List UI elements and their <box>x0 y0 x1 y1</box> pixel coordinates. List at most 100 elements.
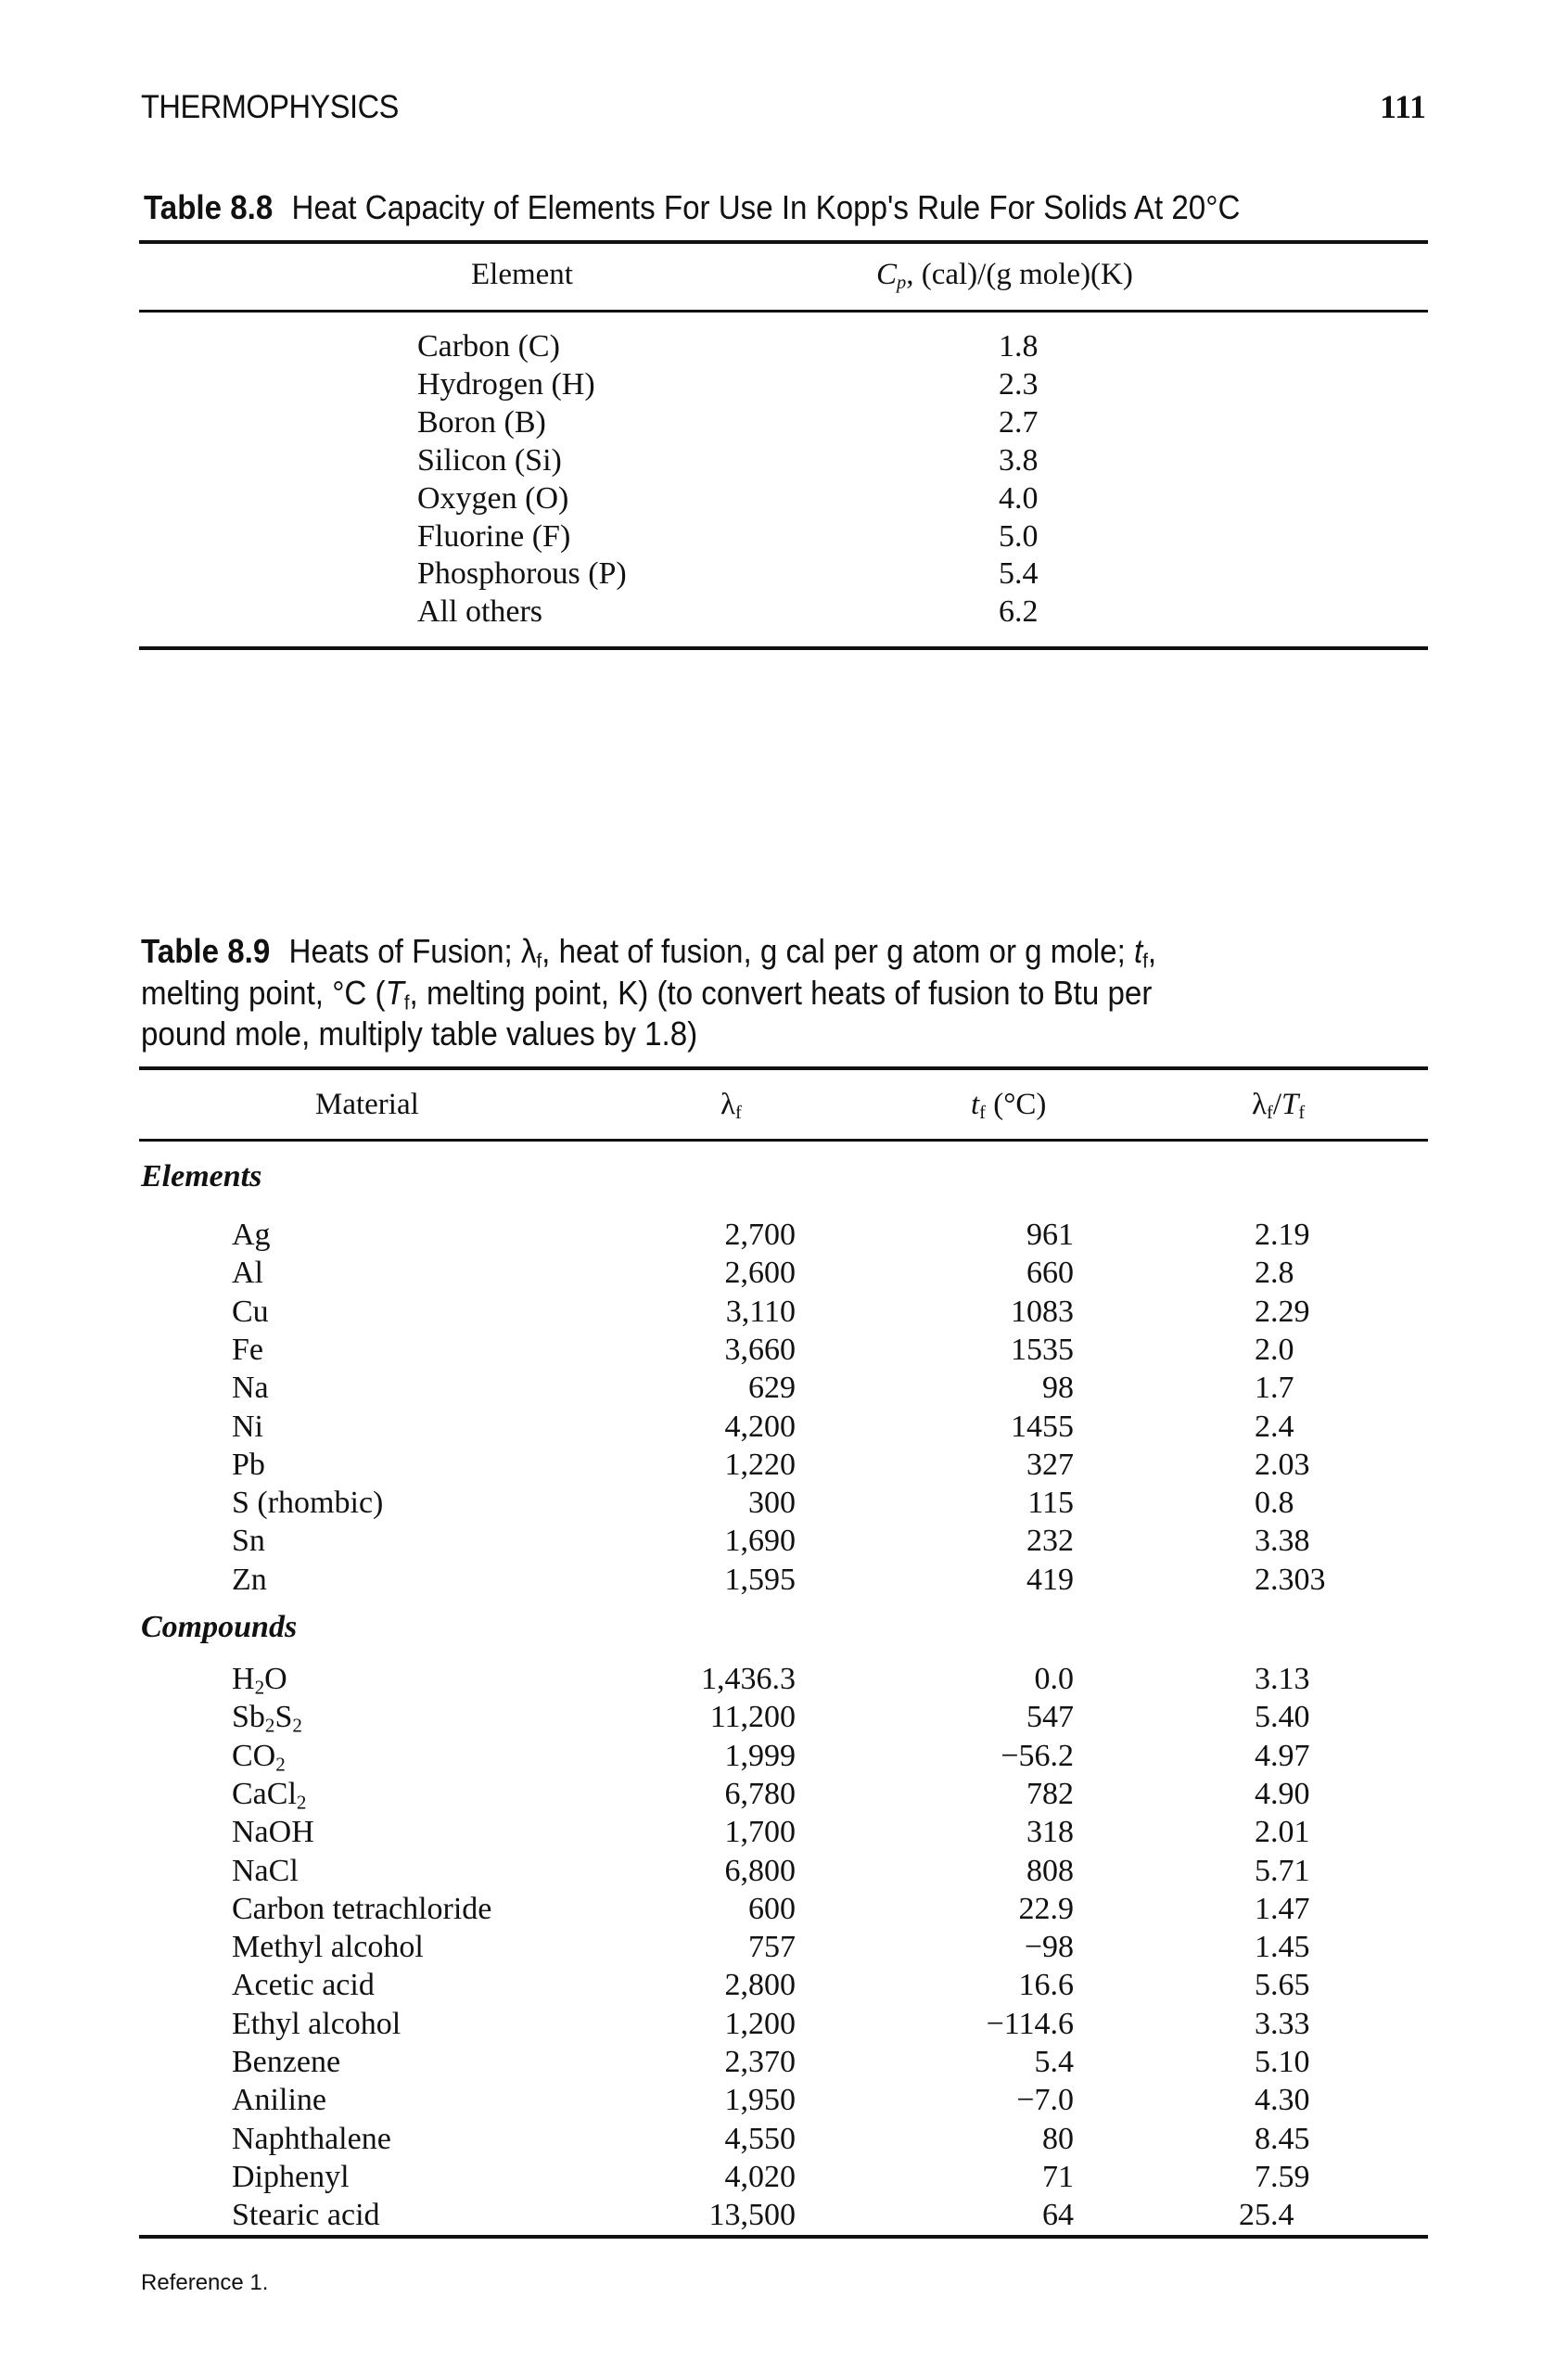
heat-of-fusion-value: 1,690 <box>724 1524 797 1558</box>
heat-of-fusion-value: 757 <box>748 1930 796 1964</box>
subscript: 2 <box>296 1791 307 1814</box>
text-segment: T <box>385 974 404 1012</box>
ratio-value: 2.0 <box>1255 1333 1294 1367</box>
element-name: Phosphorous (P) <box>417 556 627 591</box>
heat-of-fusion-value: 1,436.3 <box>701 1662 796 1696</box>
text-segment: Cu <box>232 1295 269 1329</box>
melting-point-value: 16.6 <box>1018 1968 1075 2002</box>
text-segment: , heat of fusion, g cal per g atom or g … <box>542 932 1134 970</box>
subscript: 2 <box>264 1714 275 1737</box>
material-name: CO2 <box>232 1738 286 1775</box>
group-label: Compounds <box>141 1610 298 1644</box>
cp-symbol: C <box>876 258 898 291</box>
heat-capacity-value: 4.0 <box>999 481 1039 516</box>
heat-capacity-value: 3.8 <box>999 443 1039 478</box>
material-name: NaCl <box>232 1853 299 1890</box>
melting-point-value: 547 <box>1026 1700 1074 1734</box>
material-name: Pb <box>232 1447 265 1484</box>
heat-capacity-value: 5.0 <box>999 519 1039 554</box>
text-segment: t <box>1133 932 1143 970</box>
text-segment: λ <box>720 1088 736 1121</box>
text-segment: NaCl <box>232 1854 299 1888</box>
table-8-8-caption: Table 8.8 Heat Capacity of Elements For U… <box>144 187 1240 228</box>
subscript: f <box>979 1103 986 1124</box>
ratio-value: 2.4 <box>1255 1410 1294 1444</box>
text-segment: melting point, °C ( <box>141 974 386 1012</box>
heat-of-fusion-value: 1,595 <box>724 1563 797 1597</box>
melting-point-value: 1083 <box>1011 1295 1074 1329</box>
ratio-value: 7.59 <box>1255 2160 1310 2194</box>
element-name: Fluorine (F) <box>417 519 571 554</box>
subscript: f <box>1267 1103 1273 1124</box>
heat-of-fusion-value: 1,999 <box>724 1739 797 1773</box>
page-number: 111 <box>1379 88 1426 125</box>
table-8-8-caption-text: Heat Capacity of Elements For Use In Kop… <box>291 188 1241 226</box>
ratio-value: 2.303 <box>1255 1563 1326 1597</box>
text-segment: Al <box>232 1256 263 1290</box>
heat-of-fusion-value: 1,700 <box>724 1815 797 1849</box>
heat-of-fusion-value: 2,700 <box>724 1218 797 1252</box>
heat-of-fusion-value: 1,950 <box>724 2083 797 2117</box>
heat-capacity-value: 6.2 <box>999 594 1039 629</box>
melting-point-value: 64 <box>1042 2198 1074 2232</box>
material-name: Diphenyl <box>232 2159 350 2196</box>
melting-point-value: 419 <box>1026 1563 1074 1597</box>
element-name: All others <box>417 594 543 629</box>
text-segment: Diphenyl <box>232 2160 350 2194</box>
text-segment: S <box>274 1700 293 1734</box>
text-segment: (°C) <box>985 1088 1047 1121</box>
material-name: Cu <box>232 1294 269 1331</box>
table-8-8-top-rule <box>139 240 1428 244</box>
ratio-value: 1.45 <box>1255 1930 1310 1964</box>
material-name: Zn <box>232 1562 267 1599</box>
heat-of-fusion-value: 13,500 <box>708 2198 797 2232</box>
ratio-value: 5.65 <box>1255 1968 1310 2002</box>
melting-point-value: 232 <box>1026 1524 1074 1558</box>
melting-point-value: −56.2 <box>1001 1739 1074 1773</box>
heat-of-fusion-value: 2,370 <box>724 2045 797 2079</box>
text-segment: NaOH <box>232 1815 314 1849</box>
ratio-value: 3.38 <box>1255 1524 1310 1558</box>
table-8-9-header-ratio: λf/Tf <box>1252 1088 1305 1122</box>
text-segment: / <box>1272 1088 1281 1121</box>
text-segment: Benzene <box>232 2045 341 2079</box>
material-name: Acetic acid <box>232 1967 375 2004</box>
material-name: Al <box>232 1255 263 1292</box>
element-name: Silicon (Si) <box>417 443 562 478</box>
subscript: 2 <box>254 1676 265 1699</box>
ratio-value: 2.19 <box>1255 1218 1310 1252</box>
heat-capacity-value: 2.3 <box>999 367 1039 402</box>
heat-of-fusion-value: 300 <box>748 1486 796 1520</box>
text-segment: T <box>1281 1088 1299 1121</box>
melting-point-value: 782 <box>1026 1777 1074 1811</box>
melting-point-value: 1455 <box>1011 1410 1074 1444</box>
reference-note: Reference 1. <box>141 2270 269 2295</box>
heat-capacity-value: 5.4 <box>999 556 1039 591</box>
heat-of-fusion-value: 11,200 <box>709 1700 796 1734</box>
text-segment: Heats of Fusion; <box>288 932 521 970</box>
element-name: Boron (B) <box>417 405 546 440</box>
text-segment: O <box>264 1662 287 1696</box>
table-8-8-header-rule <box>139 310 1428 313</box>
running-head: THERMOPHYSICS <box>141 89 399 125</box>
material-name: Stearic acid <box>232 2197 380 2234</box>
heat-of-fusion-value: 4,020 <box>724 2160 797 2194</box>
ratio-value: 1.47 <box>1255 1892 1310 1926</box>
ratio-value: 8.45 <box>1255 2122 1310 2156</box>
melting-point-value: 1535 <box>1011 1333 1074 1367</box>
heat-of-fusion-value: 600 <box>748 1892 796 1926</box>
table-8-9-header-material: Material <box>315 1088 419 1121</box>
text-segment: t <box>971 1088 980 1121</box>
material-name: CaCl2 <box>232 1776 306 1813</box>
text-segment: Carbon tetrachloride <box>232 1892 492 1926</box>
text-segment: Zn <box>232 1563 267 1597</box>
text-segment: Sn <box>232 1524 265 1558</box>
ratio-value: 3.13 <box>1255 1662 1310 1696</box>
ratio-value: 2.8 <box>1255 1256 1294 1290</box>
text-segment: Sb <box>232 1700 265 1734</box>
text-segment: λ <box>1252 1088 1268 1121</box>
melting-point-value: −98 <box>1024 1930 1074 1964</box>
table-8-8-bottom-rule <box>139 646 1428 650</box>
text-segment: Aniline <box>232 2083 326 2117</box>
material-name: Ethyl alcohol <box>232 2006 401 2043</box>
